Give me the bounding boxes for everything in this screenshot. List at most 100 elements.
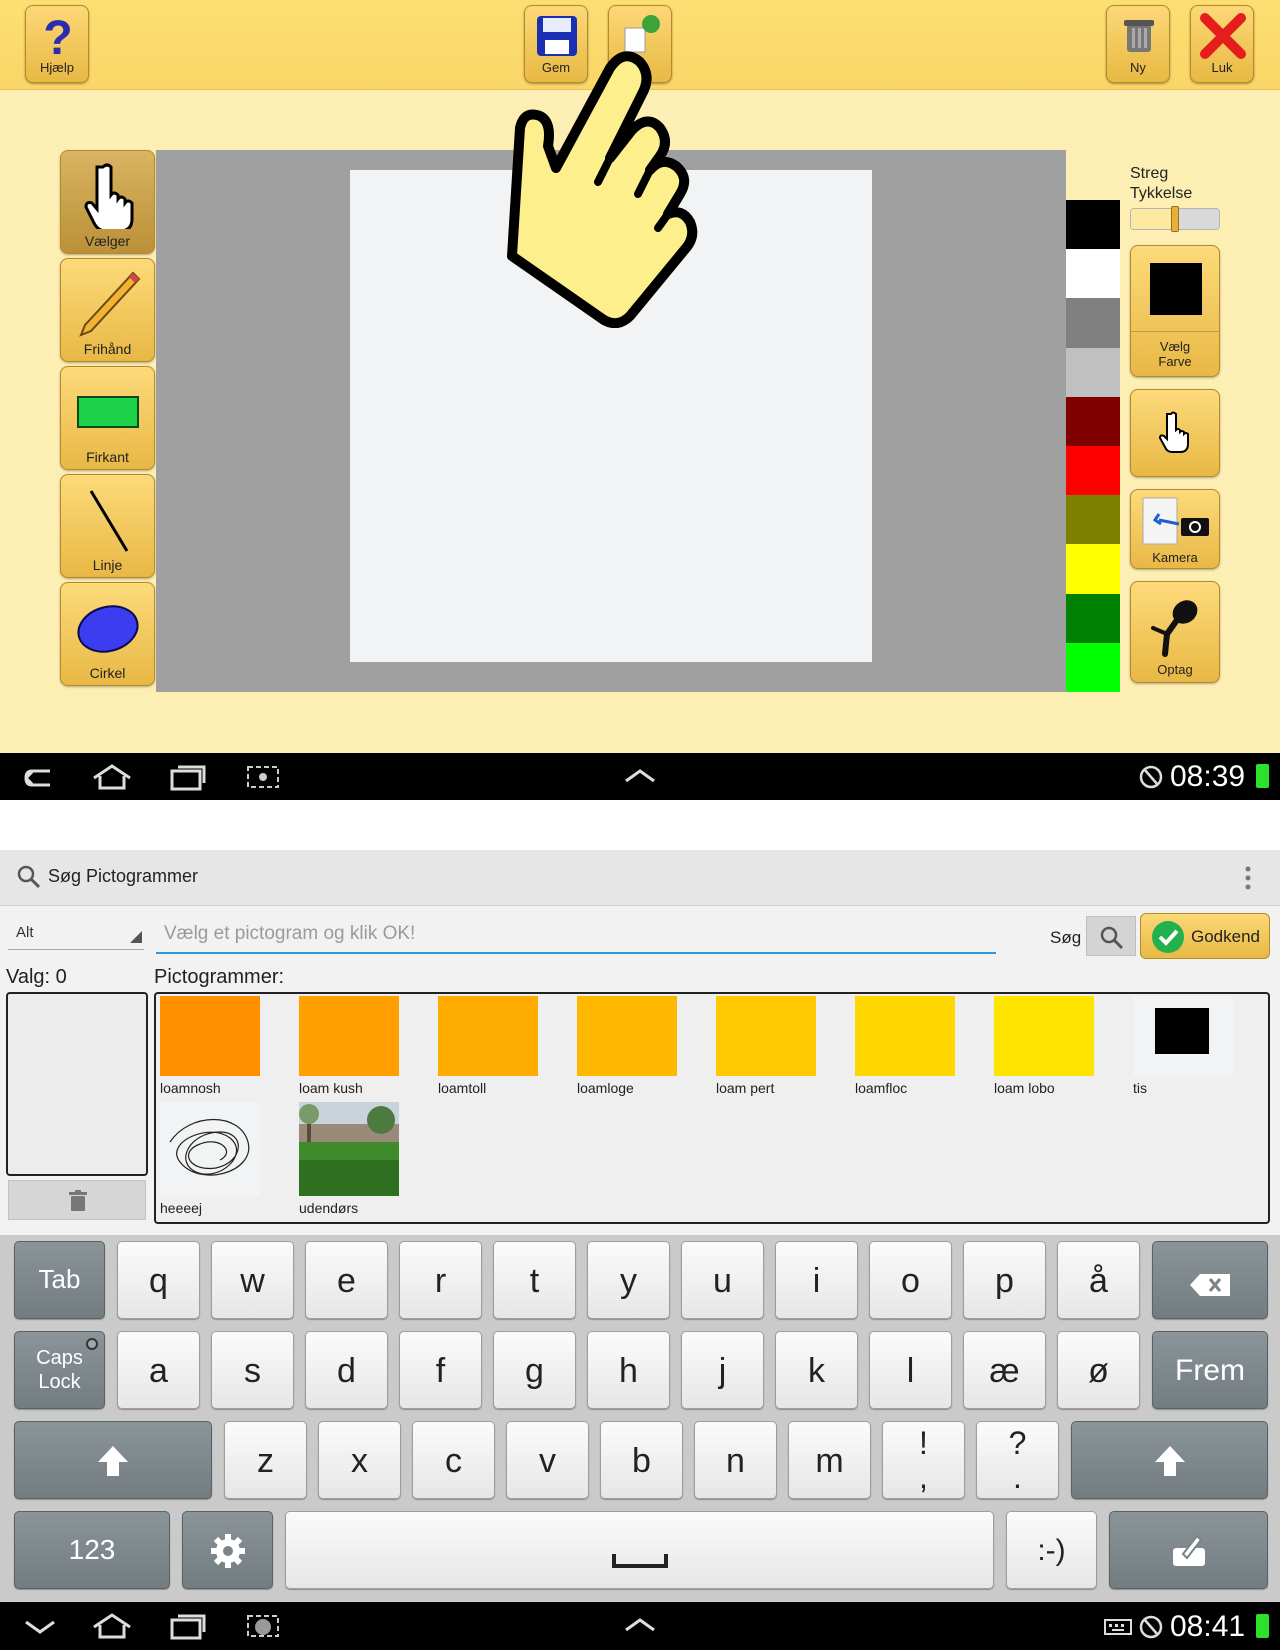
color-swatch[interactable] (1066, 544, 1120, 594)
key-z[interactable]: z (224, 1421, 307, 1499)
key-question[interactable]: ?. (976, 1421, 1059, 1499)
color-swatch[interactable] (1066, 396, 1120, 446)
tool-line[interactable]: Linje (60, 474, 155, 578)
key-d[interactable]: d (305, 1331, 388, 1409)
key-tab-label: Tab (38, 1264, 81, 1294)
key-space[interactable] (285, 1511, 994, 1589)
pictogram-item[interactable]: loamloge (577, 996, 677, 1096)
key-j[interactable]: j (681, 1331, 764, 1409)
color-swatch[interactable] (1066, 593, 1120, 643)
pointer-button[interactable] (1130, 389, 1220, 477)
help-button[interactable]: ? Hjælp (25, 5, 89, 83)
key-l[interactable]: l (869, 1331, 952, 1409)
back-icon[interactable] (20, 763, 60, 796)
stroke-width-slider[interactable] (1130, 206, 1220, 232)
search-button[interactable] (1086, 916, 1136, 956)
pictogram-item[interactable]: udendørs (299, 1102, 399, 1216)
key-m[interactable]: m (788, 1421, 871, 1499)
key-w[interactable]: w (211, 1241, 294, 1319)
key-exclamation[interactable]: !, (882, 1421, 965, 1499)
key-u[interactable]: u (681, 1241, 764, 1319)
pictogram-item[interactable]: loam kush (299, 996, 399, 1096)
key-p[interactable]: p (963, 1241, 1046, 1319)
delete-selection-button[interactable] (8, 1180, 146, 1220)
key-b[interactable]: b (600, 1421, 683, 1499)
tool-circle[interactable]: Cirkel (60, 582, 155, 686)
key-h[interactable]: h (587, 1331, 670, 1409)
key-numbers[interactable]: 123 (14, 1511, 170, 1589)
key-shift-left[interactable] (14, 1421, 212, 1499)
key-n[interactable]: n (694, 1421, 777, 1499)
on-screen-keyboard: Tab q w e r t y u i o p å Caps Lock a s d… (0, 1235, 1280, 1602)
new-button[interactable]: Ny (1106, 5, 1170, 83)
screenshot-icon[interactable] (244, 1612, 284, 1647)
key-label: i (812, 1262, 821, 1300)
key-x[interactable]: x (318, 1421, 401, 1499)
key-smiley[interactable]: :-) (1006, 1511, 1097, 1589)
pictogram-item[interactable]: heeeej (160, 1102, 260, 1216)
pictogram-item[interactable]: tis (1133, 996, 1233, 1096)
stroke-width-thumb[interactable] (1171, 206, 1179, 232)
key-caps-lock[interactable]: Caps Lock (14, 1331, 105, 1409)
key-settings[interactable] (182, 1511, 273, 1589)
chevron-down-icon[interactable] (22, 1616, 58, 1643)
key-v[interactable]: v (506, 1421, 589, 1499)
recent-apps-icon[interactable] (168, 1612, 208, 1645)
home-icon[interactable] (90, 762, 134, 797)
tool-rectangle[interactable]: Firkant (60, 366, 155, 470)
key-r[interactable]: r (399, 1241, 482, 1319)
pictogram-item[interactable]: loam pert (716, 996, 816, 1096)
color-swatch[interactable] (1066, 249, 1120, 299)
search-input[interactable] (156, 916, 996, 954)
home-icon[interactable] (90, 1611, 134, 1646)
chevron-up-icon[interactable] (622, 1614, 658, 1641)
key-q[interactable]: q (117, 1241, 200, 1319)
chevron-up-icon[interactable] (622, 765, 658, 792)
choose-color-button[interactable]: Vælg Farve (1130, 245, 1220, 377)
space-icon (286, 1542, 993, 1581)
pictogram-item[interactable]: loamnosh (160, 996, 260, 1096)
record-button[interactable]: Optag (1130, 581, 1220, 683)
key-ae[interactable]: æ (963, 1331, 1046, 1409)
camera-button[interactable]: Kamera (1130, 489, 1220, 569)
tool-freehand[interactable]: Frihånd (60, 258, 155, 362)
overflow-menu-icon[interactable] (1240, 864, 1256, 897)
color-swatch[interactable] (1066, 642, 1120, 692)
key-c[interactable]: c (412, 1421, 495, 1499)
tool-select[interactable]: Vælger (60, 150, 155, 254)
key-g[interactable]: g (493, 1331, 576, 1409)
key-oe[interactable]: ø (1057, 1331, 1140, 1409)
key-aa[interactable]: å (1057, 1241, 1140, 1319)
selection-box[interactable] (6, 992, 148, 1176)
category-select[interactable]: Alt (8, 916, 144, 950)
pictogram-caption: loam pert (716, 1080, 775, 1096)
recent-apps-icon[interactable] (168, 763, 208, 796)
color-swatch[interactable] (1066, 200, 1120, 250)
pictogram-item[interactable]: loamfloc (855, 996, 955, 1096)
color-swatch[interactable] (1066, 298, 1120, 348)
key-e[interactable]: e (305, 1241, 388, 1319)
key-y[interactable]: y (587, 1241, 670, 1319)
key-t[interactable]: t (493, 1241, 576, 1319)
key-enter[interactable]: Frem (1152, 1331, 1268, 1409)
choose-color-label-line1: Vælg (1159, 339, 1191, 354)
color-swatch[interactable] (1066, 347, 1120, 397)
key-i[interactable]: i (775, 1241, 858, 1319)
key-s[interactable]: s (211, 1331, 294, 1409)
key-shift-right[interactable] (1071, 1421, 1268, 1499)
key-f[interactable]: f (399, 1331, 482, 1409)
tool-line-label: Linje (92, 557, 123, 573)
color-swatch[interactable] (1066, 495, 1120, 545)
pictogram-item[interactable]: loamtoll (438, 996, 538, 1096)
pictogram-item[interactable]: loam lobo (994, 996, 1094, 1096)
key-o[interactable]: o (869, 1241, 952, 1319)
key-handwriting[interactable] (1109, 1511, 1268, 1589)
color-swatch[interactable] (1066, 445, 1120, 496)
key-a[interactable]: a (117, 1331, 200, 1409)
key-backspace[interactable] (1152, 1241, 1268, 1319)
key-tab[interactable]: Tab (14, 1241, 105, 1319)
screenshot-icon[interactable] (244, 763, 284, 796)
close-button[interactable]: Luk (1190, 5, 1254, 83)
confirm-button[interactable]: Godkend (1140, 913, 1270, 959)
key-k[interactable]: k (775, 1331, 858, 1409)
